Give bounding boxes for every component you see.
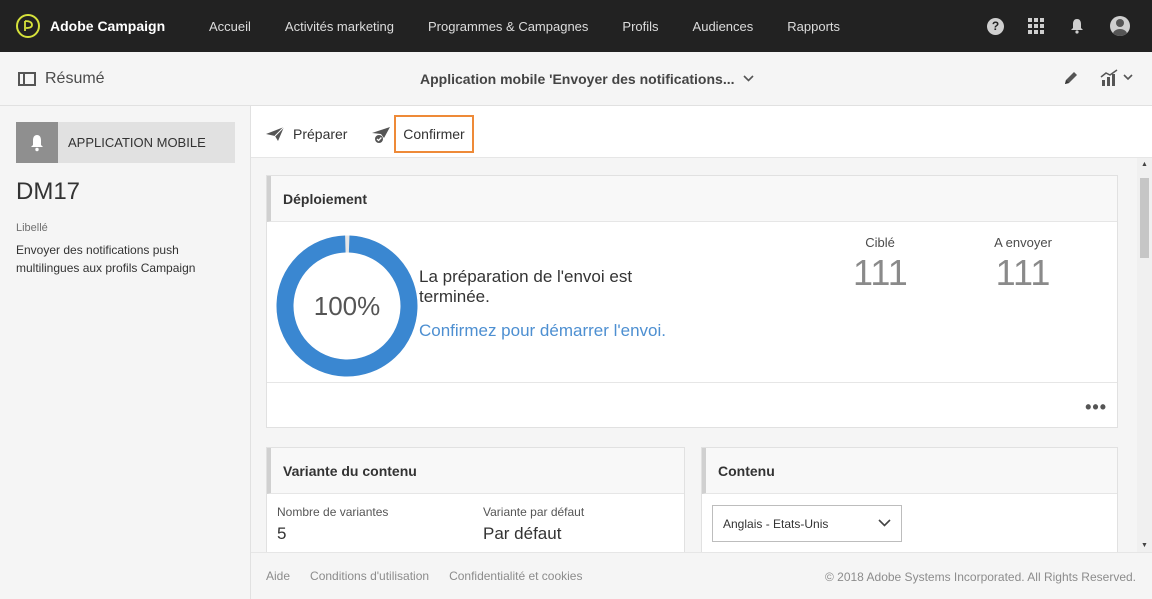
default-variant-label: Variante par défaut bbox=[483, 505, 585, 519]
targeted-value: 111 bbox=[853, 252, 908, 293]
header-actions bbox=[1062, 52, 1134, 106]
delivery-code: DM17 bbox=[16, 178, 81, 205]
nav-item-rapports[interactable]: Rapports bbox=[770, 19, 857, 34]
nav-tools: ? bbox=[987, 0, 1130, 52]
default-variant-value: Par défaut bbox=[483, 524, 562, 543]
more-options-icon[interactable]: ••• bbox=[1085, 397, 1107, 418]
action-bar: Préparer Confirmer bbox=[251, 106, 1152, 158]
page-title-dropdown[interactable]: Application mobile 'Envoyer des notifica… bbox=[420, 52, 754, 106]
chevron-down-icon bbox=[878, 516, 891, 530]
language-select-value: Anglais - Etats-Unis bbox=[723, 516, 829, 531]
variant-count-label: Nombre de variantes bbox=[277, 505, 389, 519]
main-content: Préparer Confirmer Déploiement 100% La p… bbox=[251, 106, 1152, 552]
reports-chart-icon[interactable] bbox=[1100, 68, 1134, 90]
confirm-start-link[interactable]: Confirmez pour démarrer l'envoi. bbox=[419, 321, 666, 341]
deployment-card-footer: ••• bbox=[267, 382, 1117, 428]
scroll-down-arrow-icon[interactable]: ▼ bbox=[1141, 542, 1148, 549]
dashboard-scroll-area[interactable]: Déploiement 100% La préparation de l'env… bbox=[251, 158, 1152, 552]
mobile-app-bell-icon bbox=[16, 122, 58, 163]
nav-item-audiences[interactable]: Audiences bbox=[676, 19, 771, 34]
nav-item-profils[interactable]: Profils bbox=[605, 19, 675, 34]
summary-toggle[interactable]: Résumé bbox=[18, 52, 105, 106]
brand[interactable]: Adobe Campaign bbox=[0, 14, 192, 38]
scroll-up-arrow-icon[interactable]: ▲ bbox=[1141, 161, 1148, 168]
variant-count-value: 5 bbox=[277, 524, 287, 543]
channel-label: APPLICATION MOBILE bbox=[68, 135, 206, 150]
main-menu: Accueil Activités marketing Programmes &… bbox=[192, 0, 857, 52]
nav-item-accueil[interactable]: Accueil bbox=[192, 19, 268, 34]
chevron-down-icon bbox=[742, 73, 754, 85]
vertical-scrollbar[interactable]: ▲ ▼ bbox=[1137, 158, 1152, 552]
confirm-send-icon bbox=[371, 126, 401, 147]
to-send-stat: A envoyer 111 bbox=[987, 235, 1059, 294]
prepare-label: Préparer bbox=[293, 126, 348, 142]
label-field-value: Envoyer des notifications push multiling… bbox=[16, 243, 196, 275]
scrollbar-thumb[interactable] bbox=[1140, 178, 1149, 258]
to-send-label: A envoyer bbox=[994, 235, 1052, 250]
footer-link-privacy[interactable]: Confidentialité et cookies bbox=[449, 569, 582, 583]
copyright-notice: © 2018 Adobe Systems Incorporated. All R… bbox=[824, 570, 1136, 584]
footer-link-help[interactable]: Aide bbox=[266, 569, 290, 583]
summary-panel-icon bbox=[18, 72, 36, 86]
deployment-card: Déploiement 100% La préparation de l'env… bbox=[266, 175, 1118, 428]
content-variant-card: Variante du contenu Nombre de variantes … bbox=[266, 447, 685, 552]
footer-link-terms[interactable]: Conditions d'utilisation bbox=[310, 569, 429, 583]
user-avatar-icon[interactable] bbox=[1110, 16, 1130, 36]
confirm-label: Confirmer bbox=[403, 126, 465, 142]
edit-pencil-icon[interactable] bbox=[1062, 69, 1080, 90]
top-navigation: Adobe Campaign Accueil Activités marketi… bbox=[0, 0, 1152, 52]
brand-name: Adobe Campaign bbox=[50, 18, 166, 34]
summary-label: Résumé bbox=[45, 70, 105, 87]
page-title: Application mobile 'Envoyer des notifica… bbox=[420, 71, 735, 87]
sub-header: Résumé Application mobile 'Envoyer des n… bbox=[0, 52, 1152, 106]
help-icon[interactable]: ? bbox=[987, 17, 1004, 35]
app-grid-icon[interactable] bbox=[1028, 18, 1044, 34]
variant-card-title: Variante du contenu bbox=[267, 448, 684, 494]
content-card-title: Contenu bbox=[702, 448, 1117, 494]
confirm-button[interactable]: Confirmer bbox=[372, 115, 474, 153]
deployment-status-message: La préparation de l'envoi est terminée. bbox=[419, 267, 633, 306]
adobe-campaign-logo-icon bbox=[16, 14, 40, 38]
to-send-value: 111 bbox=[995, 252, 1051, 293]
targeted-stat: Ciblé 111 bbox=[853, 235, 908, 294]
nav-item-activites-marketing[interactable]: Activités marketing bbox=[268, 19, 411, 34]
summary-panel: APPLICATION MOBILE DM17 Libellé Envoyer … bbox=[0, 106, 251, 599]
page-footer: Aide Conditions d'utilisation Confidenti… bbox=[251, 552, 1152, 599]
channel-tile: APPLICATION MOBILE bbox=[16, 122, 235, 163]
prepare-button[interactable]: Préparer bbox=[265, 115, 347, 153]
label-field-title: Libellé bbox=[16, 222, 48, 234]
progress-percent-label: 100% bbox=[313, 290, 381, 321]
notifications-bell-icon[interactable] bbox=[1068, 17, 1086, 35]
deployment-card-title: Déploiement bbox=[267, 176, 1117, 222]
content-card: Contenu Anglais - Etats-Unis bbox=[701, 447, 1118, 552]
language-select[interactable]: Anglais - Etats-Unis bbox=[712, 505, 902, 542]
nav-item-programmes-campagnes[interactable]: Programmes & Campagnes bbox=[411, 19, 605, 34]
targeted-label: Ciblé bbox=[865, 235, 895, 250]
